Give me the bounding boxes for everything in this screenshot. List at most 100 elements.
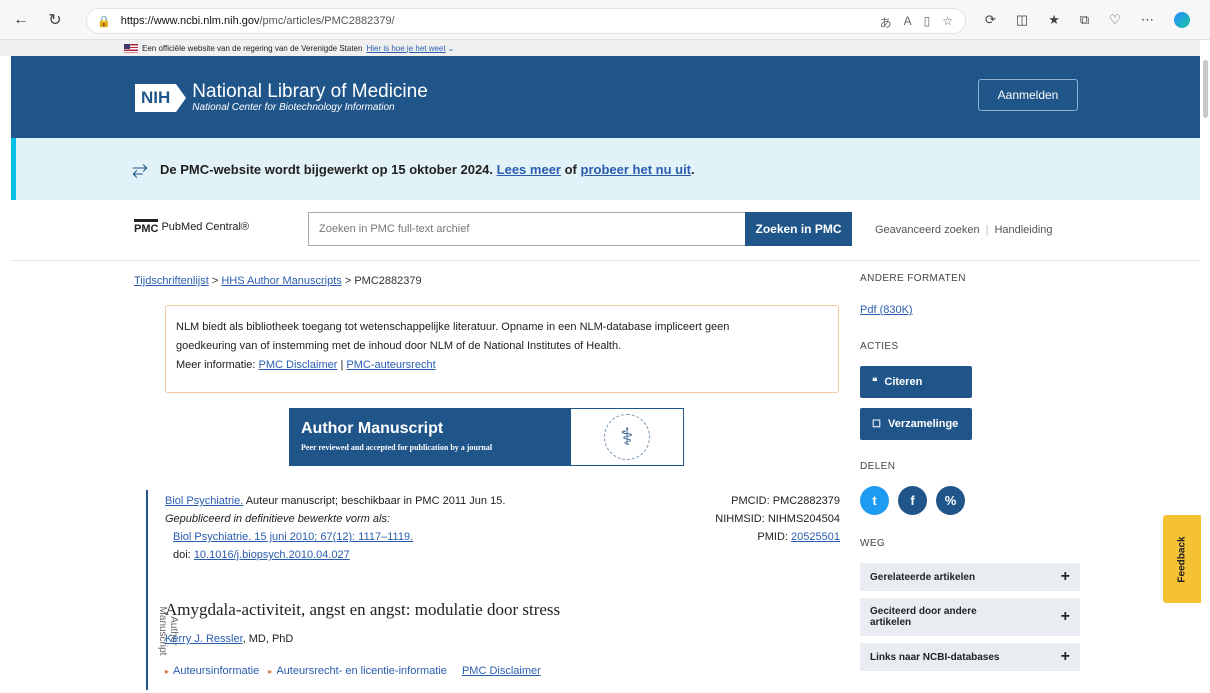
cited-by-label: Geciteerd door andere artikelen [870,606,977,628]
journal-link[interactable]: Biol Psychiatrie. [165,495,243,507]
facebook-icon[interactable]: f [898,486,927,515]
pmid-label: PMID: [757,531,788,543]
license-info-link[interactable]: Auteursrecht- en licentie-informatie [276,665,447,677]
reader-view-icon[interactable]: ▯ [924,14,931,31]
update-alert: ⥂ De PMC-website wordt bijgewerkt op 15 … [11,138,1200,200]
browser-toolbar: ← ↻ 🔒 https://www.ncbi.nlm.nih.gov /pmc/… [0,0,1210,40]
disclaimer-box: NLM biedt als bibliotheek toegang tot we… [165,305,839,393]
alert-text: De PMC-website wordt bijgewerkt op 15 ok… [160,161,494,177]
related-articles-item[interactable]: Gerelateerde artikelen + [860,563,1080,591]
search-button[interactable]: Zoeken in PMC [745,212,852,246]
gov-banner-text: Een officiële website van de regering va… [142,43,363,53]
citation-block: Biol Psychiatrie. Auteur manuscript; bes… [165,492,505,564]
url-host: https://www.ncbi.nlm.nih.gov [120,15,260,27]
am-subtitle: Peer reviewed and accepted for publicati… [301,443,493,452]
triangle-right-icon: ▸ [268,667,273,676]
refresh-icon[interactable]: ↻ [42,7,68,33]
pmc-logo[interactable]: PMC PubMed Central® [134,219,249,235]
breadcrumb-separator: > [344,275,352,287]
info-links: ▸ Auteursinformatie ▸ Auteursrecht- en lic… [165,665,547,677]
feedback-label: Feedback [1176,535,1188,583]
journal-rest: Auteur manuscript; beschikbaar in PMC 20… [245,495,506,507]
hhs-seal: ⚕ [571,409,683,465]
copilot-icon[interactable] [1173,12,1190,28]
more-info-label: Meer informatie: [176,359,256,371]
try-now-link[interactable]: probeer het nu uit [581,162,692,177]
alert-mid: of [564,161,577,177]
share-buttons: t f % [860,486,965,515]
advanced-search-link[interactable]: Geavanceerd zoeken [875,224,980,236]
disclaimer-line1: NLM biedt als bibliotheek toegang tot we… [176,321,730,333]
address-bar[interactable]: 🔒 https://www.ncbi.nlm.nih.gov /pmc/arti… [86,8,966,34]
author-link[interactable]: Kerry J. Ressler [165,633,243,645]
favorite-star-icon[interactable]: ☆ [942,14,953,31]
disclaimer-line2: goedkeuring van of instemming met de inh… [176,340,622,352]
site-header: NIH National Library of Medicine Nationa… [11,56,1200,138]
formats-heading: ANDERE FORMATEN [860,273,966,284]
collections-button-label: Verzamelinge [887,418,959,430]
gov-banner-link[interactable]: Hier is hoe je het weet [366,44,445,53]
split-screen-icon[interactable]: ◫ [1016,12,1028,28]
performance-icon[interactable]: ♡ [1109,12,1121,28]
login-button[interactable]: Aanmelden [978,79,1078,111]
related-articles-label: Gerelateerde artikelen [870,571,976,583]
nihmsid: NIHMSID: NIHMS204504 [715,513,840,525]
way-heading: WEG [860,538,886,549]
translate-icon[interactable]: あ [880,14,892,31]
pdf-link[interactable]: Pdf (830K) [860,304,913,316]
search-input[interactable]: Zoeken in PMC full-text archief [308,212,746,246]
pmc-disclaimer-link[interactable]: PMC Disclaimer [259,359,338,371]
cite-button[interactable]: ❝ Citeren [860,366,972,398]
chevron-down-icon[interactable]: ⌄ [448,44,455,53]
actions-heading: ACTIES [860,341,899,352]
article-disclaimer-link[interactable]: PMC Disclaimer [462,665,541,677]
scrollbar[interactable] [1203,60,1208,118]
pmc-copyright-link[interactable]: PMC-auteursrecht [346,359,435,371]
nih-logo-mark: NIH [135,84,187,112]
read-aloud-icon[interactable]: A [904,14,912,31]
extensions-icon[interactable]: ⟳ [985,12,996,28]
us-flag-icon [124,43,138,53]
feedback-tab[interactable]: Feedback [1163,515,1201,603]
pmc-logo-text: PubMed Central® [161,221,250,233]
twitter-icon[interactable]: t [860,486,889,515]
breadcrumb-current: PMC2882379 [354,275,422,287]
back-icon[interactable]: ← [8,7,34,33]
collections-button[interactable]: ☐ Verzamelinge [860,408,972,440]
plus-icon: + [1060,648,1070,665]
url-path: /pmc/articles/PMC2882379/ [259,15,395,27]
pmid-link[interactable]: 20525501 [791,531,840,543]
divider [11,260,1200,261]
guide-link[interactable]: Handleiding [994,224,1052,236]
nlm-logo[interactable]: NIH National Library of Medicine Nationa… [135,80,428,116]
doi-link[interactable]: 10.1016/j.biopsych.2010.04.027 [194,549,350,561]
share-heading: DELEN [860,461,896,472]
ncbi-links-item[interactable]: Links naar NCBI-databases + [860,643,1080,671]
breadcrumb-hhs[interactable]: HHS Author Manuscripts [221,275,341,287]
site-title: National Library of Medicine [192,81,428,102]
lock-icon: 🔒 [97,15,111,28]
published-label: Gepubliceerd in definitieve bewerkte vor… [165,513,391,525]
cited-by-item[interactable]: Geciteerd door andere artikelen + [860,598,1080,636]
link-icon[interactable]: % [936,486,965,515]
more-menu-icon[interactable]: ⋯ [1141,12,1154,28]
collections-icon[interactable]: ⧉ [1080,12,1089,28]
disclaimer-sep: | [340,359,344,371]
site-subtitle: National Center for Biotechnology Inform… [192,102,395,113]
author-info-link[interactable]: Auteursinformatie [173,665,259,677]
pmc-logo-mark: PMC [134,219,159,235]
gov-banner: Een officiële website van de regering va… [0,40,1200,56]
article-ids: PMCID: PMC2882379 NIHMSID: NIHMS204504 P… [640,492,840,546]
breadcrumb-separator: > [211,275,219,287]
pmcid: PMCID: PMC2882379 [731,495,840,507]
bookmark-icon: ☐ [872,418,881,430]
author-manuscript-banner: Author Manuscript Peer reviewed and acce… [289,408,684,466]
quote-icon: ❝ [872,376,878,388]
breadcrumb-journal-list[interactable]: Tijdschriftenlijst [134,275,209,287]
triangle-right-icon: ▸ [165,667,170,676]
publication-link[interactable]: Biol Psychiatrie. 15 juni 2010; 67(12): … [173,531,413,543]
author-suffix: , MD, PhD [242,633,294,645]
read-more-link[interactable]: Lees meer [497,162,561,177]
ncbi-links-label: Links naar NCBI-databases [870,651,1000,663]
favorites-icon[interactable]: ★ [1048,12,1060,28]
